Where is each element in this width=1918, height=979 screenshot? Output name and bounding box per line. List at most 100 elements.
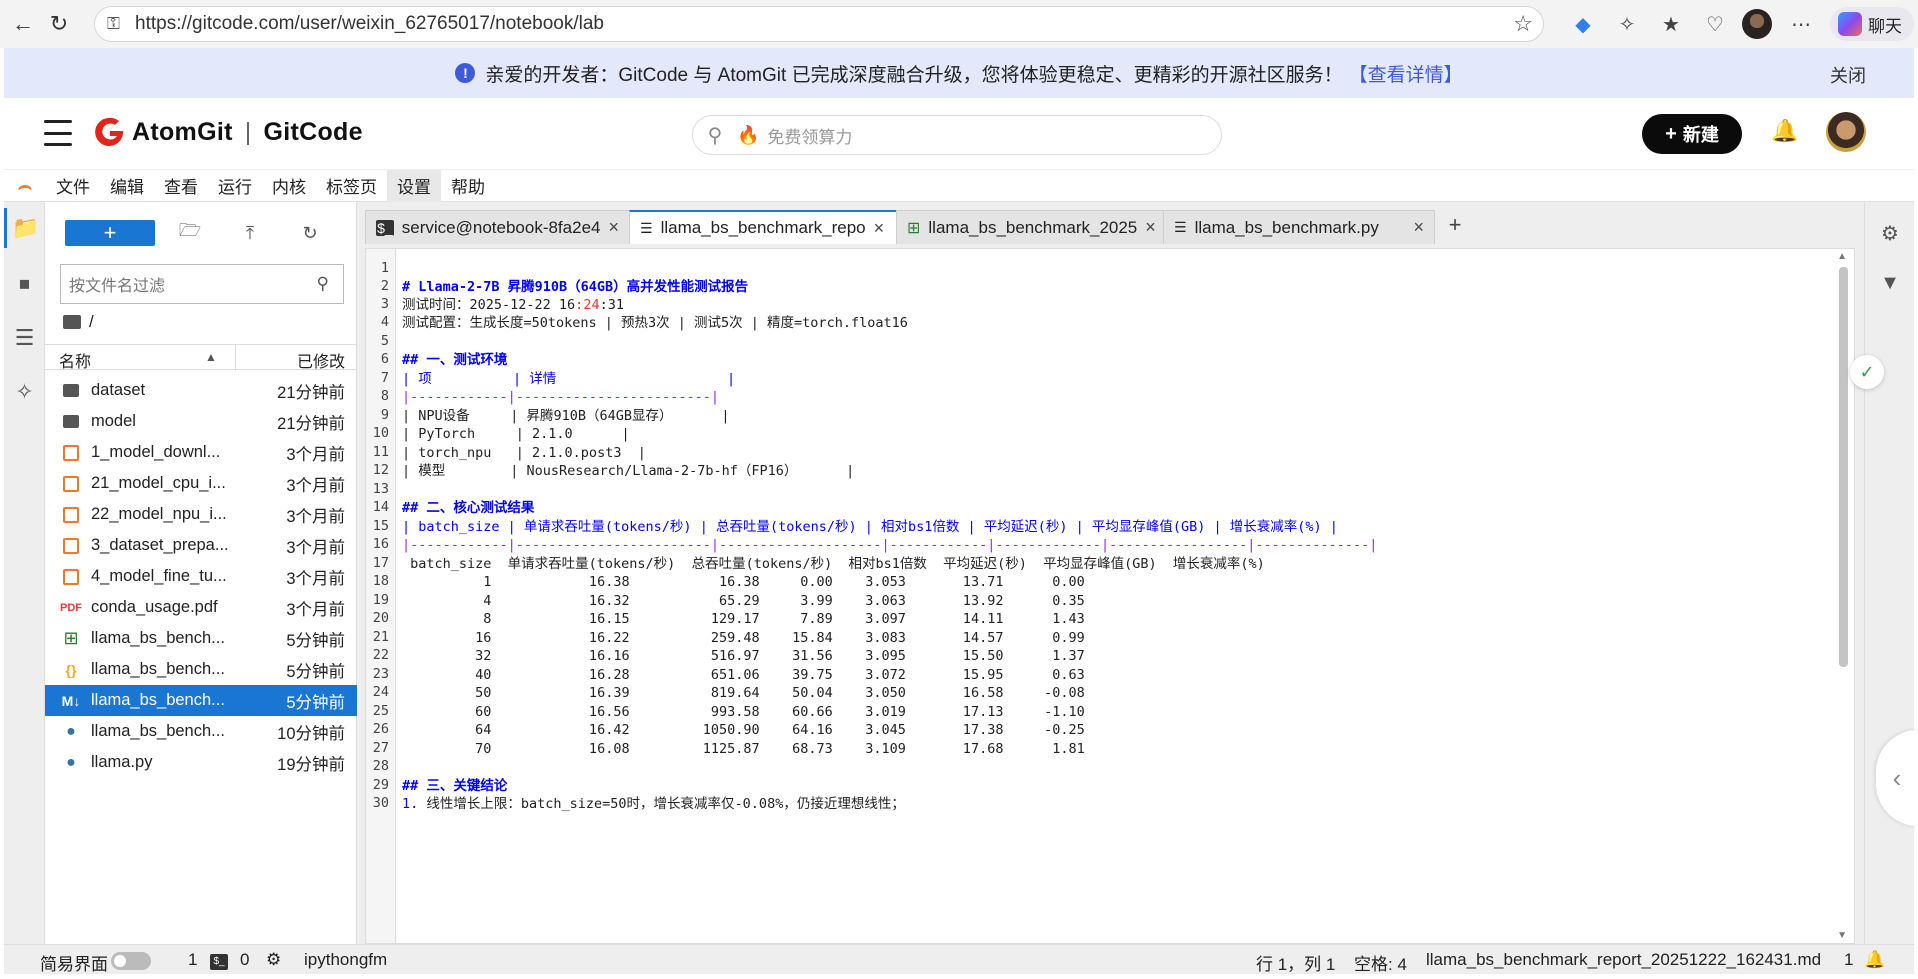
file-row[interactable]: 21_model_cpu_i... 3个月前 xyxy=(45,468,357,499)
menu-edit[interactable]: 编辑 xyxy=(100,170,154,202)
test-config-line: 测试配置：生成长度=50tokens | 预热3次 | 测试5次 | 精度=to… xyxy=(402,315,908,331)
markdown-editor[interactable]: 1 2 3 4 5 6 7 8 9 10 11 12 13 14 15 16 1… xyxy=(365,248,1855,944)
file-row[interactable]: 22_model_npu_i... 3个月前 xyxy=(45,499,357,530)
more-menu-icon[interactable]: ⋯ xyxy=(1786,9,1816,39)
env-heading: ## 一、测试环境 xyxy=(402,352,508,368)
site-search-input[interactable]: ⚲ 🔥 免费领算力 xyxy=(692,115,1222,155)
python-icon: ● xyxy=(66,753,76,771)
close-tab-icon[interactable]: × xyxy=(608,217,619,238)
assistant-badge-icon[interactable]: ✓ xyxy=(1850,355,1884,389)
new-button[interactable]: + 新建 xyxy=(1642,114,1742,154)
file-row[interactable]: 4_model_fine_tu... 3个月前 xyxy=(45,561,357,592)
file-row-selected[interactable]: M↓ llama_bs_bench... 5分钟前 xyxy=(45,685,357,716)
tab-terminal[interactable]: $_ service@notebook-8fa2e4 × xyxy=(365,210,630,244)
banner-close-button[interactable]: 关闭 xyxy=(1830,62,1866,88)
indent-spaces[interactable]: 空格: 4 xyxy=(1354,950,1407,975)
upload-icon[interactable]: ⤒ xyxy=(235,220,265,246)
running-kernels-stop-icon[interactable]: ⏹ xyxy=(4,264,45,304)
tab-benchmark-py[interactable]: ☰ llama_bs_benchmark.py × xyxy=(1163,210,1435,244)
banner-details-link[interactable]: 【查看详情】 xyxy=(1349,60,1463,87)
terminal-count[interactable]: 0 xyxy=(240,950,249,970)
close-tab-icon[interactable]: × xyxy=(1413,217,1424,238)
code-content[interactable]: # Llama-2-7B 昇腾910B（64GB）高并发性能测试报告 测试时间：… xyxy=(396,249,1836,943)
favorite-star-icon[interactable]: ☆ xyxy=(1513,11,1533,37)
property-inspector-gear-icon[interactable]: ⚙ xyxy=(1875,218,1905,248)
extension-icon[interactable]: ◆ xyxy=(1568,9,1598,39)
user-avatar[interactable] xyxy=(1826,112,1866,152)
notification-bell-icon[interactable]: 🔔 xyxy=(1864,950,1885,970)
brand-gitcode: GitCode xyxy=(263,118,363,146)
right-sidebar: ⚙ ▼ xyxy=(1864,202,1914,944)
browser-profile-avatar[interactable] xyxy=(1742,9,1772,39)
env-table-header: | 项 | 详情 | xyxy=(402,371,736,387)
menu-help[interactable]: 帮助 xyxy=(441,170,495,202)
file-row[interactable]: 3_dataset_prepa... 3个月前 xyxy=(45,530,357,561)
new-launcher-button[interactable]: + xyxy=(65,220,155,246)
brand-name[interactable]: AtomGit | GitCode xyxy=(132,118,363,147)
heart-pulse-icon[interactable]: ♡ xyxy=(1700,9,1730,39)
menu-file[interactable]: 文件 xyxy=(46,170,100,202)
refresh-icon[interactable]: ↻ xyxy=(295,220,325,246)
data-table-row: 64 16.42 1050.90 64.16 3.045 17.38 -0.25 xyxy=(402,722,1085,738)
reload-icon[interactable]: ↻ xyxy=(36,0,82,48)
tab-report-md[interactable]: ☰ llama_bs_benchmark_repo × xyxy=(629,210,897,244)
menu-run[interactable]: 运行 xyxy=(208,170,262,202)
gitcode-logo-icon[interactable] xyxy=(92,115,126,151)
hamburger-menu-icon[interactable] xyxy=(44,120,72,146)
favorites-icon[interactable]: ★ xyxy=(1656,9,1686,39)
cursor-position[interactable]: 行 1，列 1 xyxy=(1256,950,1335,975)
env-table-row: | PyTorch | 2.1.0 | xyxy=(402,426,630,442)
file-filter-input[interactable]: 按文件名过滤 ⚲ xyxy=(60,264,344,304)
site-info-icon[interactable]: ⚿ xyxy=(107,14,120,34)
notification-bell-icon[interactable]: 🔔 xyxy=(1771,118,1798,144)
editor-scrollbar[interactable]: ▲ ▼ xyxy=(1837,249,1852,943)
address-bar[interactable]: ⚿ https://gitcode.com/user/weixin_627650… xyxy=(94,6,1544,42)
file-modified: 3个月前 xyxy=(286,445,345,464)
notification-count[interactable]: 1 xyxy=(1844,950,1853,970)
file-row[interactable]: model 21分钟前 xyxy=(45,406,357,437)
breadcrumb[interactable]: / xyxy=(63,312,94,332)
data-table-row: 1 16.38 16.38 0.00 3.053 13.71 0.00 xyxy=(402,574,1085,590)
scroll-down-icon[interactable]: ▼ xyxy=(1837,930,1847,941)
close-tab-icon[interactable]: × xyxy=(1145,217,1156,238)
menu-kernel[interactable]: 内核 xyxy=(262,170,316,202)
debugger-bug-icon[interactable]: ▼ xyxy=(1875,268,1905,298)
menu-settings[interactable]: 设置 xyxy=(387,169,441,202)
file-browser-folder-icon[interactable]: 📁 xyxy=(4,208,45,248)
file-modified: 5分钟前 xyxy=(286,662,345,681)
line-number-gutter: 1 2 3 4 5 6 7 8 9 10 11 12 13 14 15 16 1… xyxy=(366,249,396,943)
extensions-puzzle-icon[interactable]: ✧ xyxy=(4,372,45,412)
sort-ascending-icon[interactable]: ▲ xyxy=(205,350,217,364)
puzzle-icon[interactable]: ✧ xyxy=(1612,9,1642,39)
file-row[interactable]: dataset 21分钟前 xyxy=(45,375,357,406)
menu-tabs[interactable]: 标签页 xyxy=(316,170,387,202)
test-time-line: 测试时间：2025-12-22 16:24:31 xyxy=(402,297,624,313)
file-row[interactable]: PDF conda_usage.pdf 3个月前 xyxy=(45,592,357,623)
table-of-contents-icon[interactable]: ☰ xyxy=(4,318,45,358)
new-folder-icon[interactable]: 🗁 xyxy=(175,220,205,246)
csv-icon: ⊞ xyxy=(907,219,921,237)
simple-mode-toggle[interactable] xyxy=(111,952,151,970)
file-row[interactable]: {} llama_bs_bench... 5分钟前 xyxy=(45,654,357,685)
scroll-up-icon[interactable]: ▲ xyxy=(1837,251,1847,262)
scrollbar-thumb[interactable] xyxy=(1839,267,1848,667)
kernel-status-gear-icon[interactable]: ⚙ xyxy=(266,950,281,970)
file-row[interactable]: 1_model_downl... 3个月前 xyxy=(45,437,357,468)
column-name-header[interactable]: 名称 xyxy=(59,348,91,372)
menu-view[interactable]: 查看 xyxy=(154,170,208,202)
tab-label: llama_bs_benchmark_repo xyxy=(660,218,866,237)
close-tab-icon[interactable]: × xyxy=(874,218,885,239)
file-row[interactable]: ⊞ llama_bs_bench... 5分钟前 xyxy=(45,623,357,654)
copilot-logo-icon xyxy=(1838,12,1862,36)
kernel-name[interactable]: ipythongfm xyxy=(304,950,387,970)
file-row[interactable]: ● llama.py 19分钟前 xyxy=(45,747,357,778)
conclusion-line: 1. 线性增长上限：batch_size=50时，增长衰减率仅-0.08%，仍接… xyxy=(402,796,905,812)
kernel-count[interactable]: 1 xyxy=(188,950,197,970)
column-modified-header[interactable]: 已修改 xyxy=(297,348,345,372)
tab-benchmark-csv[interactable]: ⊞ llama_bs_benchmark_2025 × xyxy=(896,210,1164,244)
copilot-chat-button[interactable]: 聊天 xyxy=(1830,7,1914,41)
folder-icon xyxy=(63,384,79,397)
file-row[interactable]: ● llama_bs_bench... 10分钟前 xyxy=(45,716,357,747)
data-table-row: 4 16.32 65.29 3.99 3.063 13.92 0.35 xyxy=(402,593,1085,609)
add-tab-icon[interactable]: + xyxy=(1440,210,1470,240)
